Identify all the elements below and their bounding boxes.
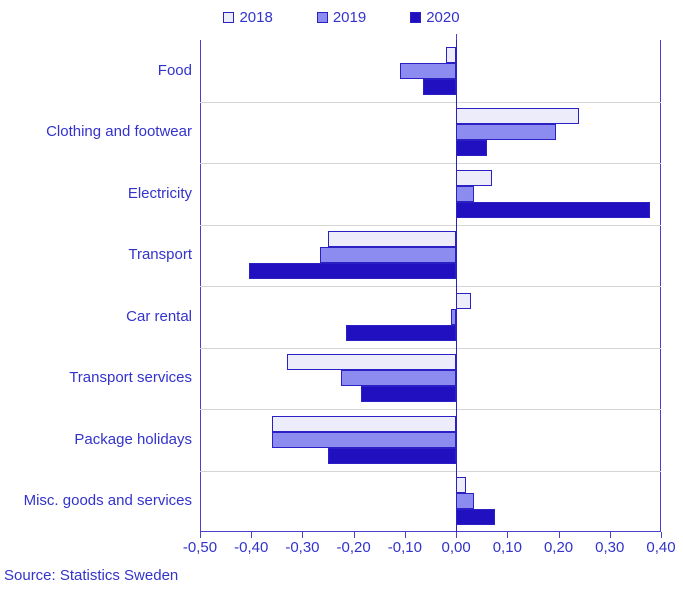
category-label: Transport	[128, 246, 192, 264]
legend-entry-2019: 2019	[316, 8, 367, 26]
x-axis-tick	[251, 532, 253, 538]
x-axis-tick	[302, 532, 304, 538]
value-axis: -0,50 -0,40 -0,30 -0,20 -0,10 0,00 0,10 0,20 0,3…	[183, 532, 676, 562]
category-separator	[200, 224, 661, 226]
x-axis-tick	[609, 532, 611, 538]
legend-swatch-2018	[223, 11, 235, 23]
category-label: Clothing and footwear	[46, 123, 192, 141]
legend-label-2019: 2019	[332, 8, 367, 26]
category-separator	[200, 163, 661, 164]
chart-plot-area	[200, 34, 661, 532]
category-separator	[200, 101, 661, 103]
bar-2019-food	[399, 62, 457, 79]
legend-label-2018: 2018	[239, 8, 273, 26]
bar-2018-misc-goods-and-services	[456, 477, 467, 494]
bar-2020-car-rental	[345, 324, 457, 341]
legend-swatch-2019	[316, 11, 328, 23]
x-axis-tick	[558, 532, 560, 538]
bar-2020-transport	[248, 263, 457, 280]
bar-2020-package-holidays	[328, 447, 457, 464]
legend-label-2020: 2020	[426, 8, 460, 26]
x-axis-tick	[404, 532, 406, 538]
bar-2019-transport-services	[340, 370, 457, 387]
bar-2019-electricity	[456, 185, 475, 202]
x-axis-tick-label: 0,40	[646, 539, 676, 556]
bar-2019-package-holidays	[271, 431, 457, 448]
bar-2018-transport-services	[287, 354, 457, 371]
zero-axis-line	[456, 40, 458, 532]
category-label: Electricity	[127, 184, 192, 202]
bar-2020-misc-goods-and-services	[456, 509, 495, 526]
category-separator	[200, 470, 661, 472]
bar-2018-transport	[328, 231, 457, 248]
bar-2018-food	[445, 46, 457, 63]
bar-2018-car-rental	[456, 292, 472, 309]
x-axis-tick	[353, 532, 355, 538]
chart-legend: 2018 2019 2020	[0, 4, 683, 30]
bar-2019-transport	[320, 247, 457, 264]
category-label: Package holidays	[74, 430, 192, 448]
category-separator	[200, 286, 661, 287]
bar-2020-electricity	[456, 201, 650, 218]
legend-entry-2018: 2018	[223, 8, 273, 26]
category-separator	[200, 409, 661, 410]
x-axis-tick	[507, 532, 509, 538]
bar-2018-package-holidays	[271, 415, 457, 432]
category-label: Car rental	[126, 307, 192, 325]
bar-2019-clothing-and-footwear	[456, 124, 556, 141]
bar-2020-transport-services	[361, 386, 457, 403]
x-axis-tick	[456, 532, 458, 538]
bar-2018-clothing-and-footwear	[456, 108, 580, 125]
category-label: Transport services	[69, 369, 192, 387]
legend-entry-2020: 2020	[410, 8, 460, 26]
x-axis-tick	[661, 532, 662, 538]
bar-2018-electricity	[456, 169, 492, 186]
bar-2019-misc-goods-and-services	[456, 493, 475, 510]
bar-2020-clothing-and-footwear	[456, 140, 487, 157]
source-note: Source: Statistics Sweden	[4, 567, 179, 584]
bar-2020-food	[422, 78, 457, 95]
legend-swatch-2020	[410, 11, 422, 23]
x-axis-tick	[200, 532, 201, 538]
category-label: Misc. goods and services	[23, 492, 192, 510]
category-separator	[200, 347, 661, 349]
category-label: Food	[157, 61, 192, 79]
